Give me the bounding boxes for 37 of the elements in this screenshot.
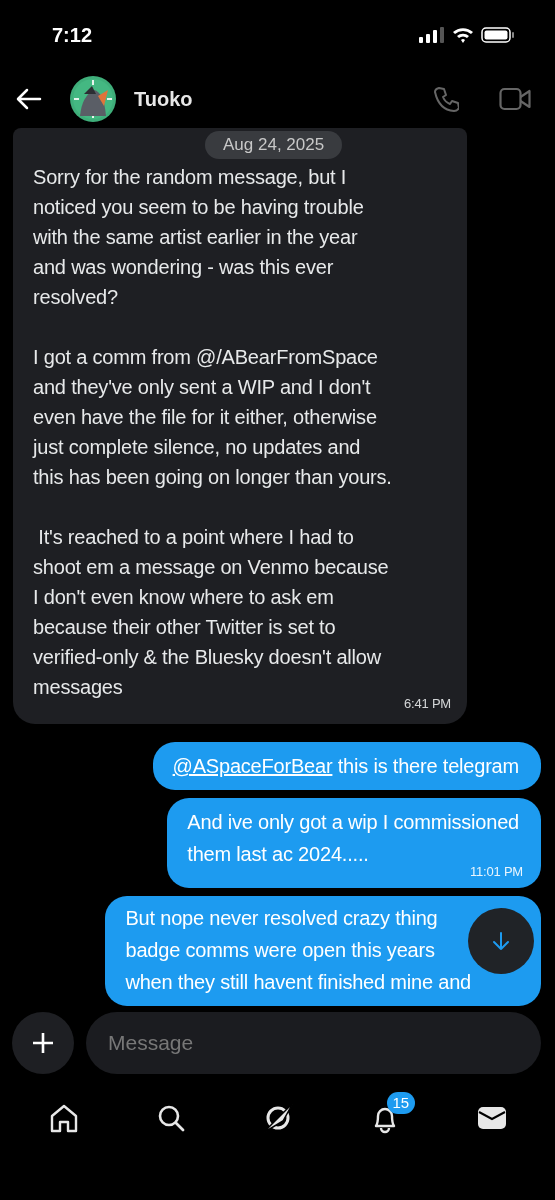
message-text: resolved? (33, 285, 118, 310)
date-separator: Aug 24, 2025 (205, 131, 343, 159)
message-text: and was wondering - was this ever (33, 255, 334, 280)
message-text: shoot em a message on Venmo because (33, 555, 389, 580)
notification-badge: 15 (386, 1092, 416, 1114)
message-text: verified-only & the Bluesky doesn't allow (33, 645, 382, 670)
message-text: and they've only sent a WIP and I don't (33, 375, 371, 400)
message-text: It's reached to a point where I had to (37, 525, 354, 550)
message-text: noticed you seem to be having trouble (33, 195, 364, 220)
phone-icon[interactable] (433, 86, 459, 112)
arrow-down-icon[interactable] (492, 931, 510, 951)
message-text: this has been going on longer than yours. (33, 465, 392, 490)
message-text: because their other Twitter is set to (33, 615, 336, 640)
message-text: even have the file for it either, otherwise (33, 405, 377, 430)
back-arrow-icon[interactable] (16, 88, 42, 110)
contact-name[interactable]: Tuoko (134, 87, 193, 111)
battery-icon (481, 27, 515, 43)
status-time: 7:12 (52, 23, 93, 47)
message-text: Sorry for the random message, but I (33, 165, 347, 190)
message-text: I got a comm from @/ABearFromSpace (33, 345, 378, 370)
message-text: them last ac 2024..... (187, 842, 369, 867)
signal-icon (419, 27, 445, 43)
message-text: when they still havent finished mine and (125, 970, 471, 995)
video-camera-icon[interactable] (499, 87, 531, 111)
wifi-icon (452, 27, 474, 43)
message-text: just complete silence, no updates and (33, 435, 361, 460)
message-text: @ASpaceForBear this is there telegram (172, 754, 519, 779)
message-text: I don't even know where to ask em (33, 585, 334, 610)
message-text: badge comms were open this years (125, 938, 435, 963)
message-text: And ive only got a wip I commissioned (187, 810, 519, 835)
message-time: 6:41 PM (404, 696, 451, 712)
message-field[interactable]: Message (86, 1012, 541, 1074)
message-text: with the same artist earlier in the year (33, 225, 358, 250)
message-text: messages (33, 675, 123, 700)
plus-icon[interactable] (31, 1031, 55, 1055)
message-time: 11:01 PM (469, 864, 523, 880)
message-text: But nope never resolved crazy thing (125, 906, 438, 931)
